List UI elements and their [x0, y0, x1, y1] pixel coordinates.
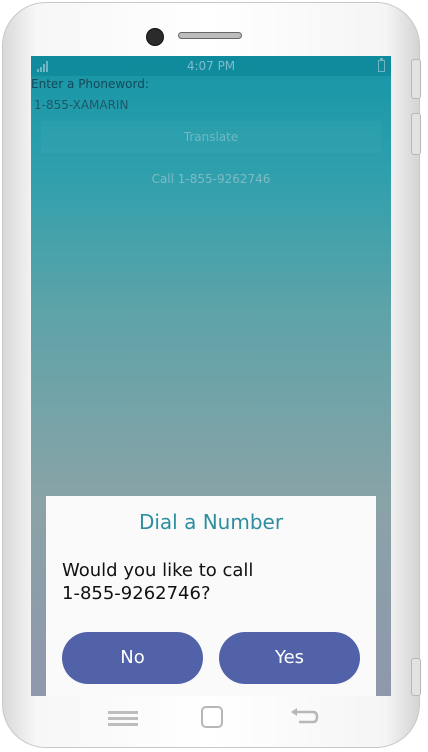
dialog-message-line-1: Would you like to call — [62, 560, 254, 581]
back-icon[interactable] — [289, 708, 319, 726]
volume-down-button — [411, 113, 421, 155]
power-button — [411, 658, 421, 696]
screen: 4:07 PM Enter a Phoneword: 1-855-XAMARIN… — [31, 56, 391, 696]
status-time: 4:07 PM — [186, 59, 236, 73]
call-button[interactable]: Call 1-855-9262746 — [41, 163, 381, 195]
battery-icon — [378, 58, 385, 72]
dial-dialog: Dial a Number Would you like to call 1-8… — [46, 496, 376, 696]
volume-up-button — [411, 59, 421, 99]
no-button[interactable]: No — [62, 632, 203, 684]
status-bar: 4:07 PM — [31, 56, 391, 76]
dialog-message-line-2: 1-855-9262746? — [62, 583, 211, 604]
phoneword-prompt-label: Enter a Phoneword: — [31, 77, 149, 91]
translate-button[interactable]: Translate — [41, 121, 381, 153]
yes-button[interactable]: Yes — [219, 632, 360, 684]
speaker-grille — [178, 32, 242, 39]
dialog-message: Would you like to call 1-855-9262746? — [62, 559, 362, 605]
dialog-title: Dial a Number — [138, 510, 284, 534]
phoneword-input[interactable]: 1-855-XAMARIN — [31, 94, 391, 116]
home-icon[interactable] — [201, 706, 223, 728]
camera-icon — [146, 28, 164, 46]
recent-apps-icon[interactable] — [108, 711, 138, 727]
